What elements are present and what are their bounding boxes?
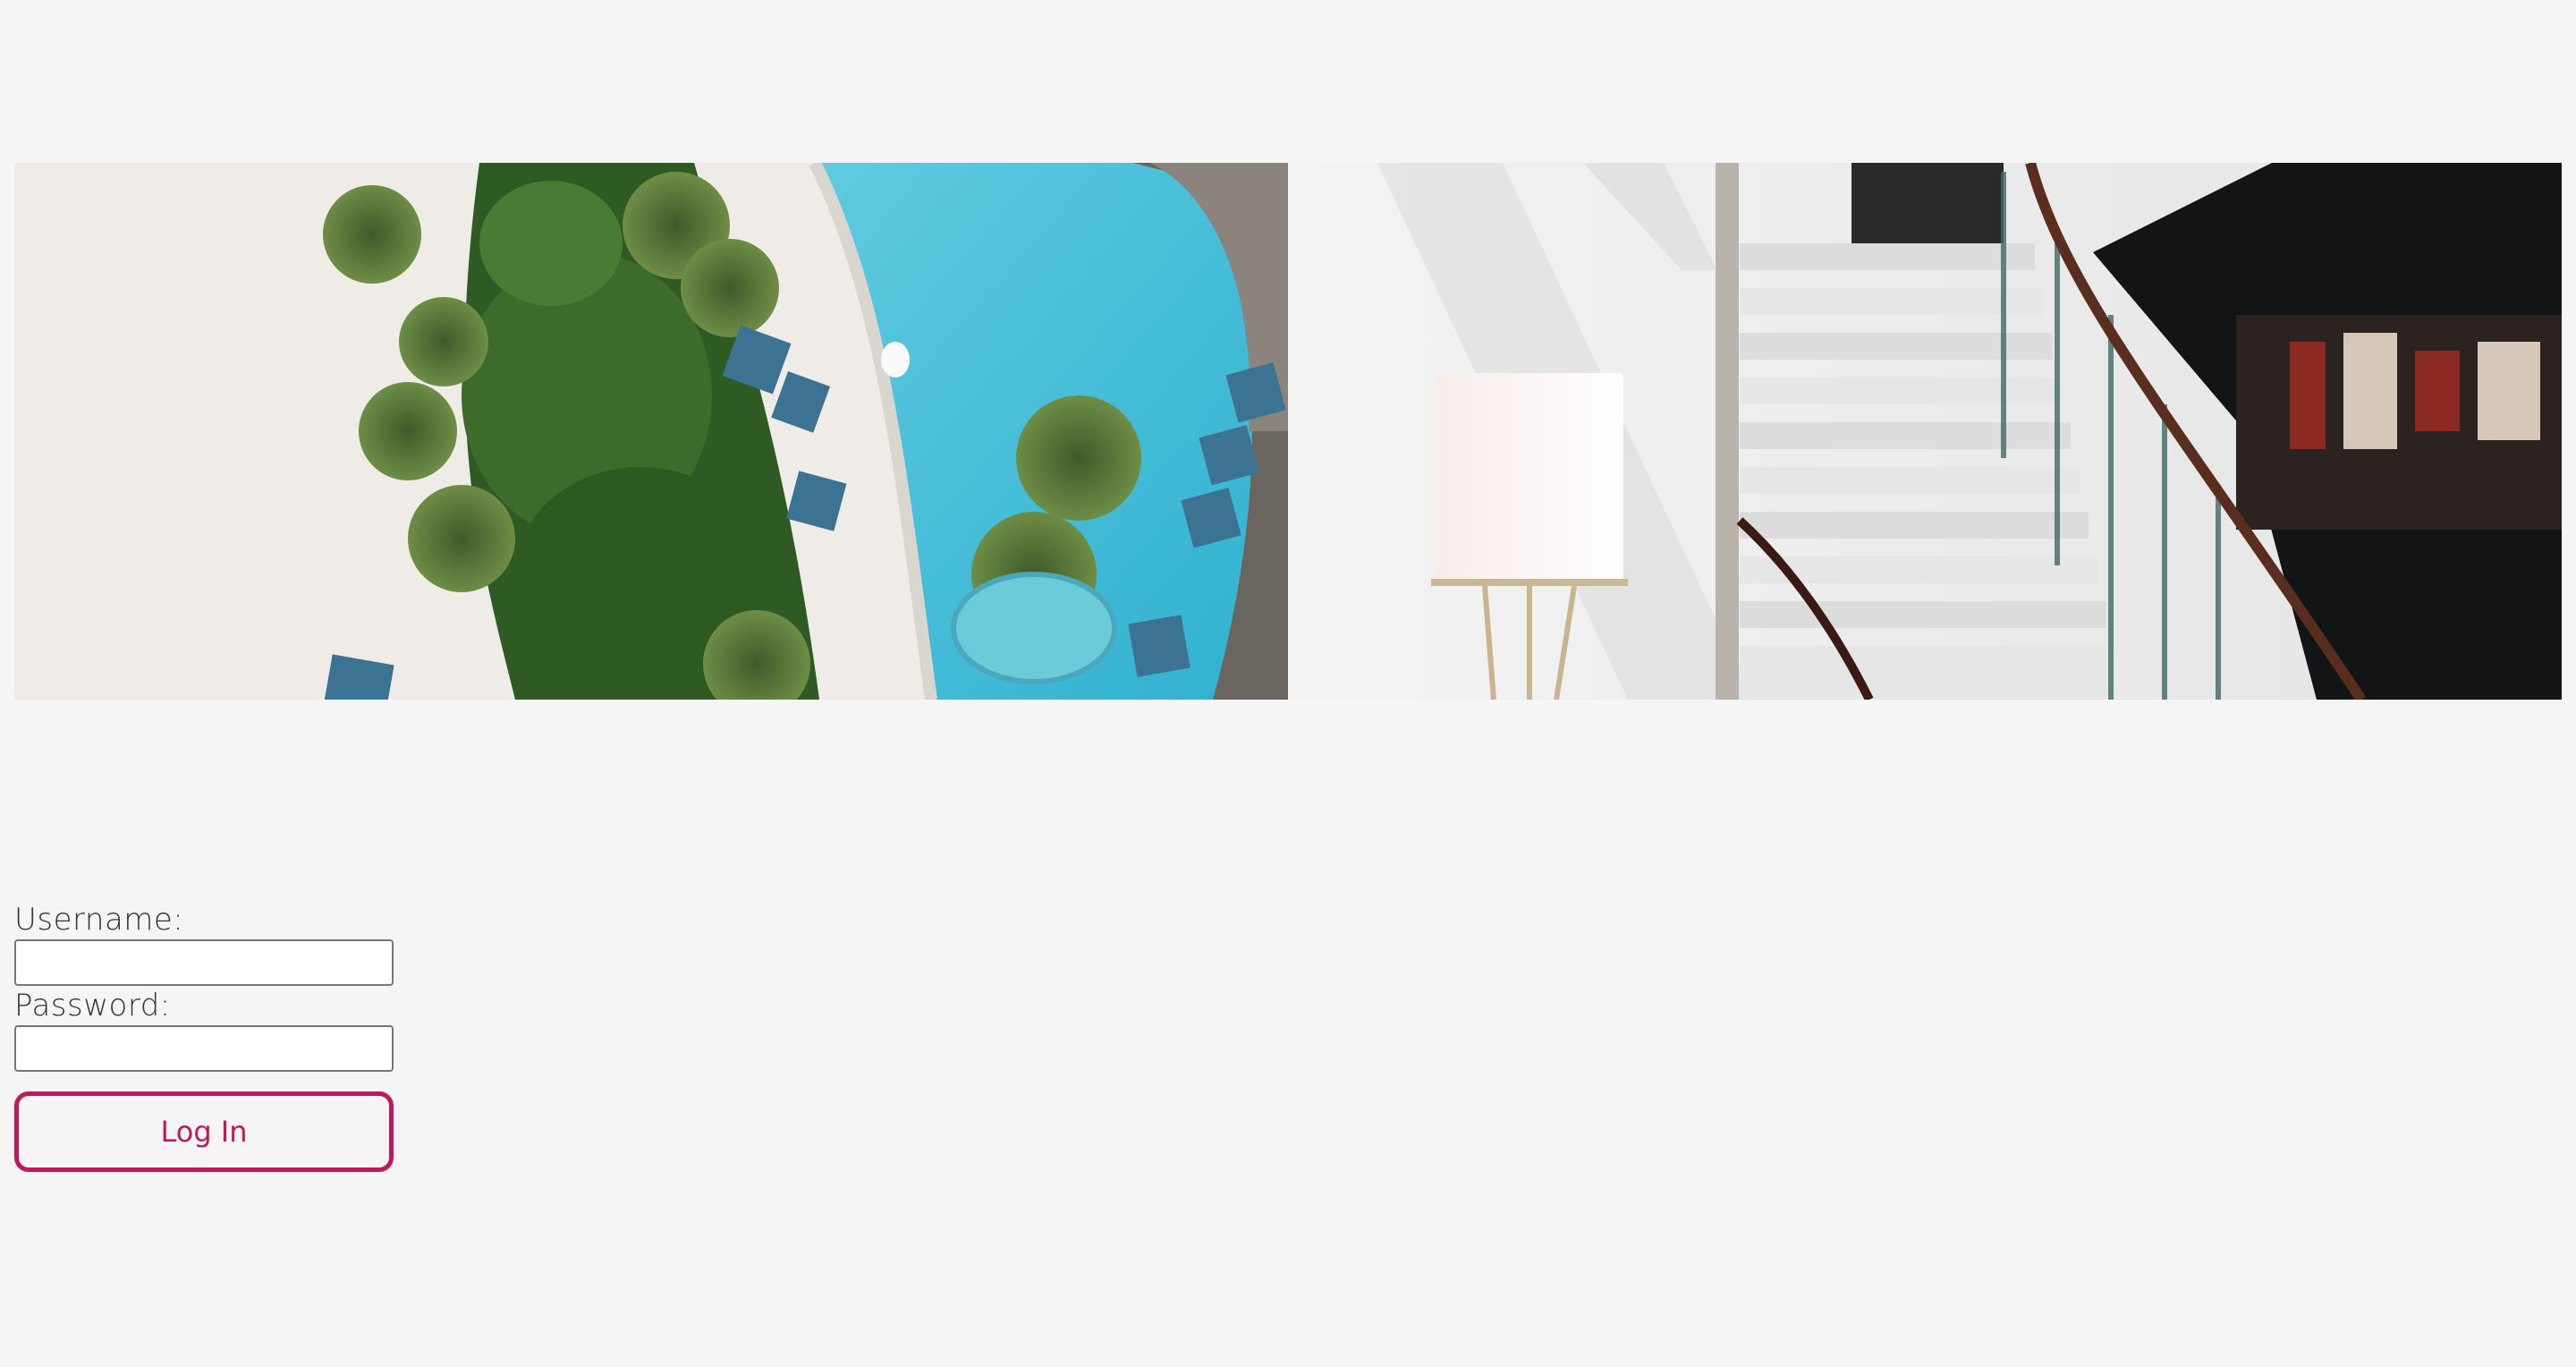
username-input[interactable]: [14, 939, 394, 986]
login-form: Username: Password: Log In: [14, 902, 394, 1172]
password-input[interactable]: [14, 1025, 394, 1072]
login-button[interactable]: Log In: [14, 1091, 394, 1172]
username-label: Username:: [14, 902, 184, 938]
resort-pool-aerial-photo: [14, 163, 1288, 700]
hotel-staircase-lobby-photo: [1288, 163, 2562, 700]
password-label: Password:: [14, 988, 171, 1023]
hero-banner: [14, 163, 2562, 700]
